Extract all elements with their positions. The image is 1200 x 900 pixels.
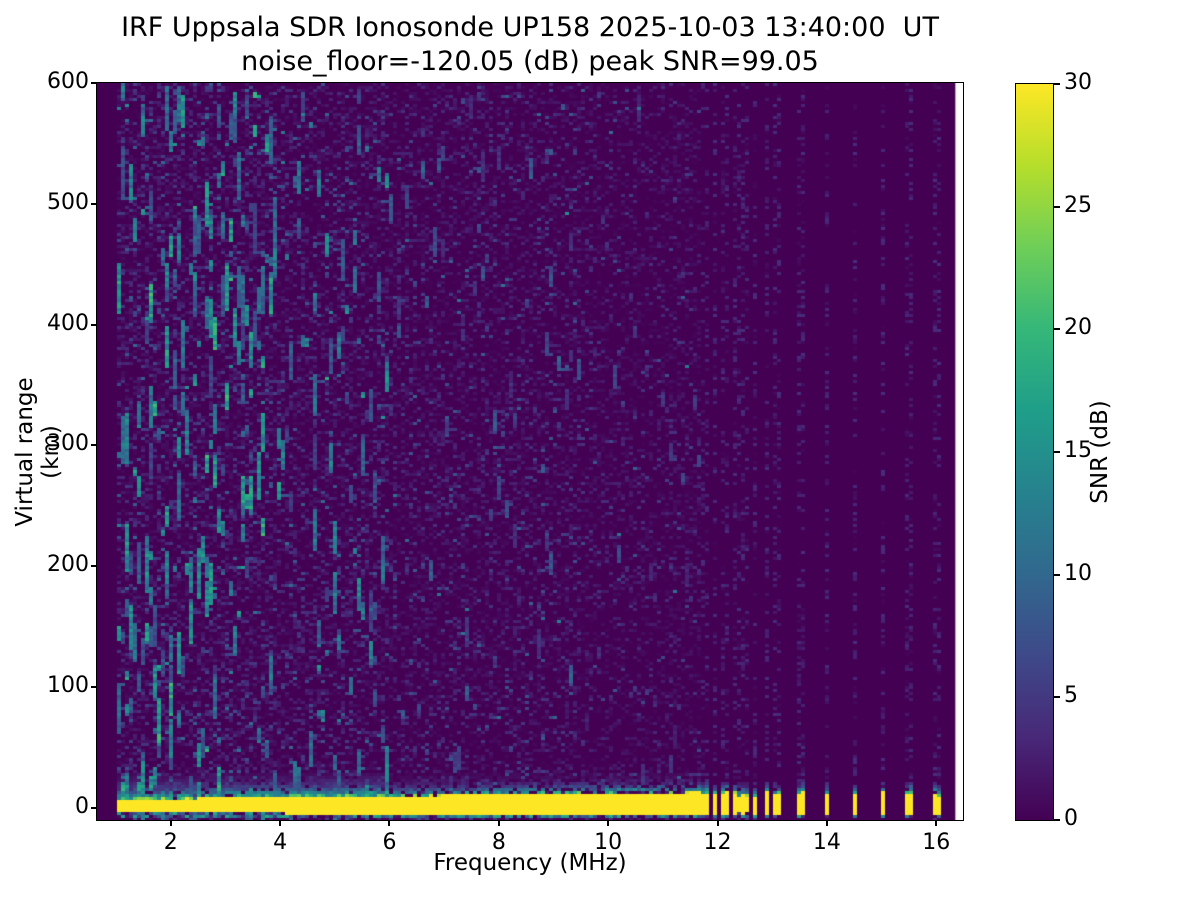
x-tick-mark — [935, 820, 938, 826]
y-tick-label: 500 — [47, 189, 89, 215]
y-tick-mark — [91, 82, 97, 84]
colorbar-tick-mark — [1054, 696, 1060, 699]
x-tick-mark — [825, 820, 828, 826]
x-tick-mark — [169, 820, 172, 826]
x-tick-label: 6 — [382, 830, 397, 855]
y-tick-label: 600 — [47, 69, 89, 94]
colorbar — [1015, 83, 1054, 821]
y-tick-label: 300 — [47, 431, 89, 457]
x-tick-label: 10 — [594, 830, 623, 855]
x-tick-label: 16 — [922, 830, 951, 855]
colorbar-tick-mark — [1054, 451, 1060, 453]
x-tick-mark — [388, 820, 391, 826]
colorbar-tick-mark — [1054, 205, 1060, 208]
y-tick-mark — [91, 806, 97, 809]
y-tick-mark — [91, 565, 97, 568]
ionogram-figure: IRF Uppsala SDR Ionosonde UP158 2025-10-… — [0, 0, 1200, 900]
x-tick-label: 4 — [273, 830, 288, 855]
colorbar-tick-label: 15 — [1064, 438, 1092, 463]
y-tick-label: 200 — [47, 552, 89, 578]
y-tick-mark — [91, 444, 97, 447]
colorbar-tick-mark — [1054, 573, 1060, 576]
colorbar-tick-label: 10 — [1064, 560, 1092, 586]
colorbar-tick-label: 20 — [1064, 315, 1092, 341]
x-tick-label: 14 — [812, 830, 841, 855]
colorbar-tick-label: 5 — [1064, 683, 1078, 709]
colorbar-gradient — [1016, 84, 1053, 820]
plot-area — [96, 82, 964, 821]
y-tick-label: 0 — [75, 793, 89, 819]
plot-subtitle: noise_floor=-120.05 (dB) peak SNR=99.05 — [241, 46, 819, 77]
y-tick-mark — [91, 686, 97, 689]
y-tick-mark — [91, 202, 97, 205]
x-tick-mark — [279, 820, 282, 826]
y-tick-label: 400 — [47, 310, 89, 336]
y-tick-mark — [91, 323, 97, 326]
colorbar-tick-label: 30 — [1064, 70, 1092, 95]
colorbar-tick-label: 0 — [1064, 806, 1078, 831]
x-tick-label: 8 — [491, 830, 506, 855]
colorbar-tick-mark — [1054, 819, 1060, 821]
x-tick-mark — [497, 820, 500, 826]
colorbar-tick-label: 25 — [1064, 192, 1092, 218]
heatmap-canvas — [97, 83, 963, 820]
plot-title: IRF Uppsala SDR Ionosonde UP158 2025-10-… — [121, 12, 939, 43]
colorbar-tick-mark — [1054, 83, 1060, 85]
x-tick-mark — [716, 820, 719, 826]
x-tick-label: 12 — [703, 830, 732, 855]
x-tick-mark — [607, 820, 610, 826]
y-tick-label: 100 — [47, 673, 89, 699]
x-tick-label: 2 — [163, 830, 178, 855]
colorbar-tick-mark — [1054, 328, 1060, 331]
